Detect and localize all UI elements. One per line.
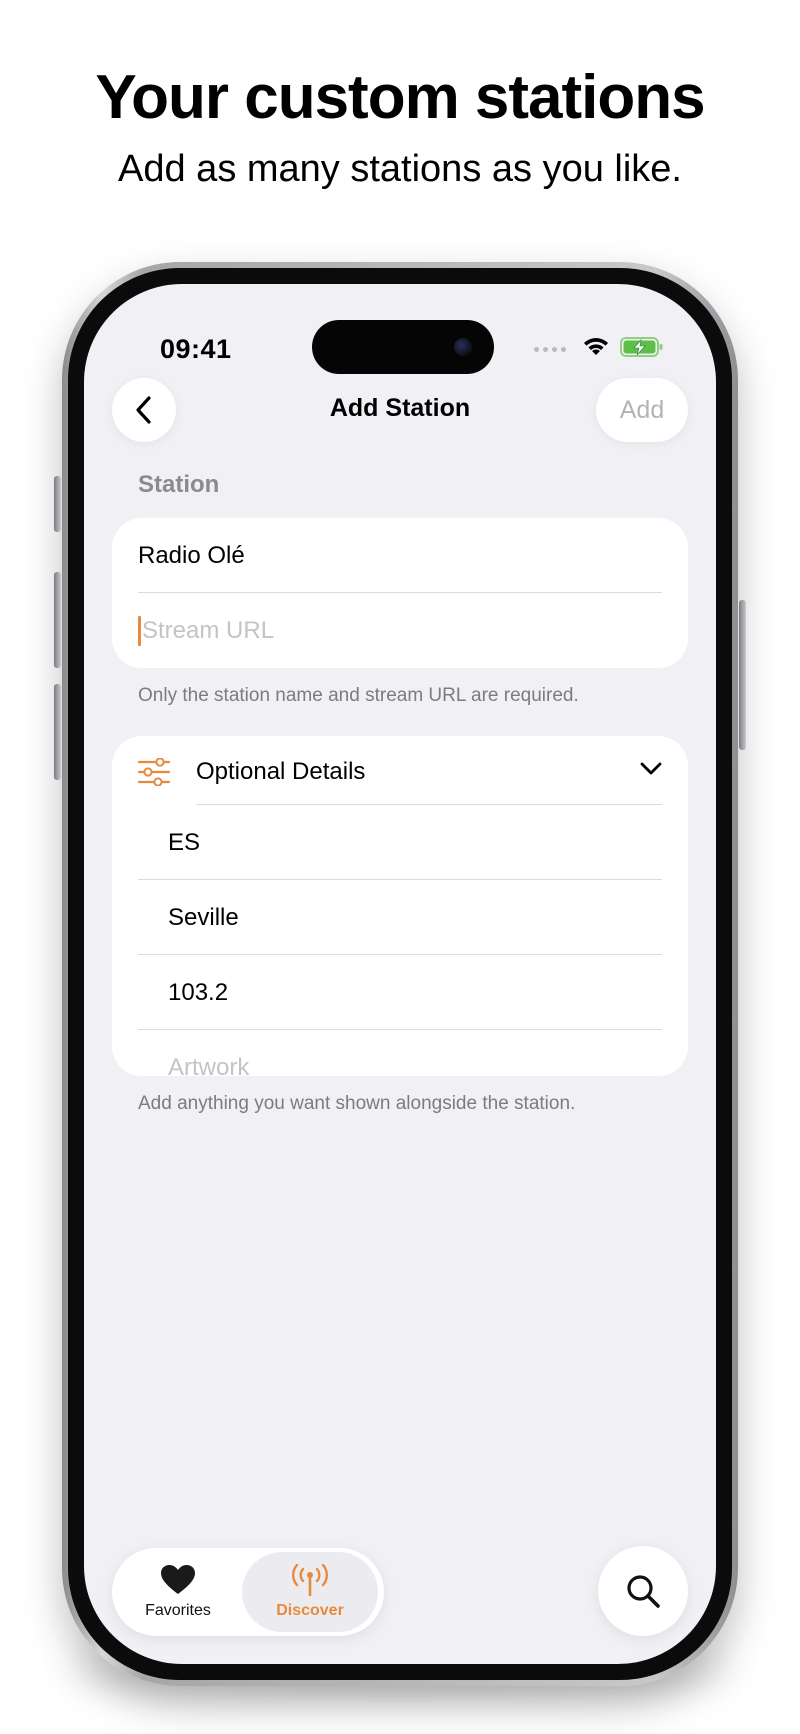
country-field[interactable]: ES [112,805,688,880]
tab-favorites-label: Favorites [145,1602,211,1619]
optional-details-card: Optional Details ES Seville 103.2 Artwor… [112,736,688,1081]
front-camera [454,338,472,356]
stream-url-placeholder: Stream URL [142,616,275,644]
status-time: 09:41 [160,334,232,364]
optional-details-label: Optional Details [196,757,366,785]
heart-icon [161,1565,195,1594]
search-button[interactable] [598,1546,688,1636]
optional-footnote: Add anything you want shown alongside th… [138,1093,576,1114]
station-footnote: Only the station name and stream URL are… [138,685,579,706]
station-name-field[interactable]: Radio Olé [112,518,688,593]
phone-volume-down-button [54,684,61,780]
phone-bezel: 09:41 Add Station Add Station Radio Olé … [68,268,732,1680]
tab-discover-label: Discover [276,1602,344,1619]
tab-bar: Favorites Discover [112,1548,384,1636]
promo-headline: Your custom stations [95,63,705,132]
cellular-signal-icon [534,346,566,352]
tab-favorites[interactable]: Favorites [118,1552,238,1632]
city-value: Seville [168,903,239,931]
chevron-down-icon [640,762,662,776]
optional-details-header[interactable]: Optional Details [112,736,688,805]
dynamic-island [312,320,494,374]
station-section-label: Station [138,471,220,498]
station-name-value: Radio Olé [138,541,245,569]
phone-volume-up-button [54,572,61,668]
station-card: Radio Olé Stream URL [112,518,688,668]
city-field[interactable]: Seville [112,880,688,955]
battery-charging-icon [620,336,664,363]
frequency-value: 103.2 [168,978,229,1006]
text-cursor [138,615,141,646]
tab-discover[interactable]: Discover [242,1552,378,1632]
phone-frame: 09:41 Add Station Add Station Radio Olé … [54,262,746,1686]
phone-power-button [739,600,746,750]
promo-subhead: Add as many stations as you like. [118,148,682,190]
sliders-icon [138,757,170,786]
broadcast-antenna-icon [292,1564,328,1596]
artwork-placeholder: Artwork [168,1053,250,1081]
phone-screen: 09:41 Add Station Add Station Radio Olé … [84,284,716,1664]
stream-url-field[interactable]: Stream URL [112,593,688,668]
frequency-field[interactable]: 103.2 [112,955,688,1030]
search-icon [627,1575,660,1608]
add-button[interactable]: Add [596,378,688,442]
phone-action-button [54,476,61,532]
status-icons [534,336,664,362]
country-value: ES [168,828,201,856]
wifi-icon [582,336,610,363]
